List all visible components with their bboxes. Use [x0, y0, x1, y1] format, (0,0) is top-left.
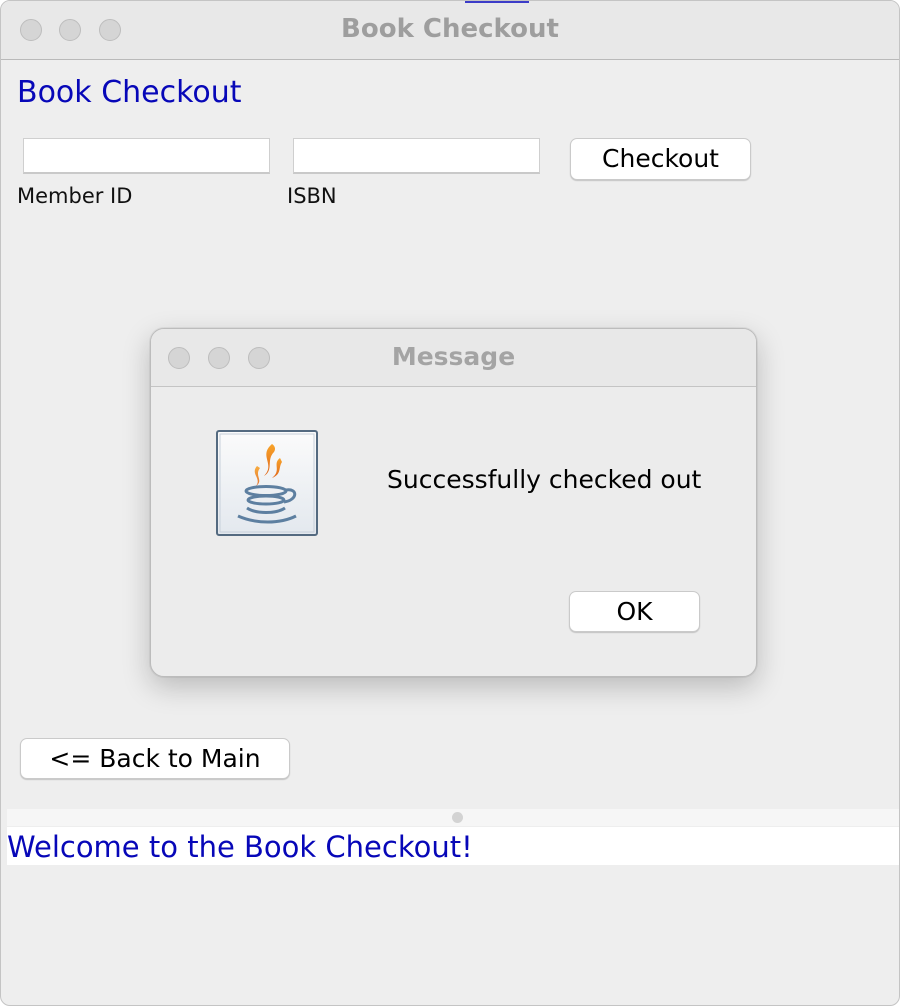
book-checkout-window: Book Checkout Book Checkout Member ID IS…	[0, 0, 900, 1006]
isbn-input[interactable]	[293, 138, 540, 174]
message-dialog: Message Successfully checked out OK	[150, 328, 757, 677]
back-to-main-button[interactable]: <= Back to Main	[20, 738, 290, 779]
window-title: Book Checkout	[341, 14, 559, 44]
dialog-message: Successfully checked out	[387, 465, 702, 494]
divider-grip-icon[interactable]	[452, 812, 463, 823]
page-title: Book Checkout	[17, 75, 242, 110]
dialog-title: Message	[391, 342, 516, 371]
checkout-button[interactable]: Checkout	[570, 138, 751, 180]
status-bar: Welcome to the Book Checkout!	[7, 827, 899, 865]
isbn-label: ISBN	[287, 184, 337, 208]
status-message: Welcome to the Book Checkout!	[7, 830, 473, 864]
status-divider	[7, 809, 899, 826]
member-id-input[interactable]	[23, 138, 270, 174]
member-id-label: Member ID	[17, 184, 133, 208]
java-cup-icon	[216, 430, 318, 536]
title-accent-line	[465, 1, 529, 3]
dialog-titlebar[interactable]: Message	[151, 329, 756, 387]
ok-button[interactable]: OK	[569, 591, 700, 632]
window-titlebar[interactable]: Book Checkout	[1, 1, 899, 60]
